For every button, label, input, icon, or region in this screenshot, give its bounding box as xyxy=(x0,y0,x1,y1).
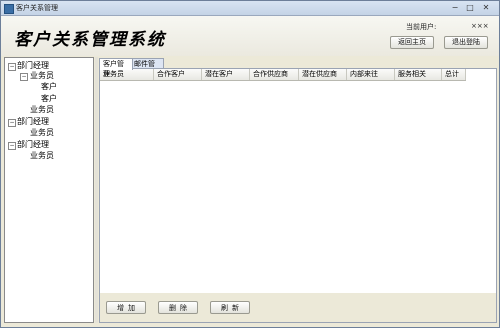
collapse-icon[interactable]: − xyxy=(8,119,16,127)
collapse-icon[interactable]: − xyxy=(8,142,16,150)
delete-button[interactable]: 删除 xyxy=(158,301,198,314)
logout-button[interactable]: 退出登陆 xyxy=(444,36,488,49)
tree-node-client-1[interactable]: 客户 xyxy=(41,81,57,92)
action-bar: 增加 删除 刷新 xyxy=(100,293,496,322)
title-bar[interactable]: 客户关系管理 − □ ✕ xyxy=(1,1,499,16)
minimize-icon[interactable]: − xyxy=(449,3,461,12)
tab-client-management[interactable]: 客户管理 xyxy=(99,58,133,78)
home-button[interactable]: 返回主页 xyxy=(390,36,434,49)
refresh-button[interactable]: 刷新 xyxy=(210,301,250,314)
app-icon xyxy=(4,4,14,14)
tree-node-staff-4[interactable]: 业务员 xyxy=(30,150,54,161)
splitter[interactable] xyxy=(95,57,98,323)
column-header[interactable]: 总计 xyxy=(442,69,466,80)
collapse-icon[interactable]: − xyxy=(20,73,28,81)
close-icon[interactable]: ✕ xyxy=(480,3,492,12)
column-header[interactable]: 潜在客户 xyxy=(202,69,250,80)
column-header[interactable]: 内部来往 xyxy=(347,69,395,80)
org-tree[interactable]: − 部门经理 − 业务员 客户 客户 业务员 − 部门经理 业务员 − 部门经理… xyxy=(4,57,94,323)
add-button[interactable]: 增加 xyxy=(106,301,146,314)
maximize-icon[interactable]: □ xyxy=(464,3,476,12)
current-user-value: ××× xyxy=(471,22,489,30)
grid-header: 业务员 合作客户 潜在客户 合作供应商 潜在供应商 内部来往 服务相关 总计 xyxy=(100,69,466,81)
tab-panel: 业务员 合作客户 潜在客户 合作供应商 潜在供应商 内部来往 服务相关 总计 增… xyxy=(99,68,497,323)
main-window: 客户关系管理 − □ ✕ 客户关系管理系统 当前用户: ××× 返回主页 退出登… xyxy=(0,0,500,328)
collapse-icon[interactable]: − xyxy=(8,63,16,71)
system-title: 客户关系管理系统 xyxy=(14,30,166,50)
column-header[interactable]: 服务相关 xyxy=(395,69,442,80)
tree-node-staff-2[interactable]: 业务员 xyxy=(30,104,54,115)
tree-node-client-2[interactable]: 客户 xyxy=(41,93,57,104)
tree-node-staff-3[interactable]: 业务员 xyxy=(30,127,54,138)
header: 客户关系管理系统 当前用户: ××× 返回主页 退出登陆 xyxy=(1,16,499,56)
column-header[interactable]: 潜在供应商 xyxy=(299,69,347,80)
column-header[interactable]: 合作客户 xyxy=(154,69,202,80)
window-title: 客户关系管理 xyxy=(16,4,58,12)
data-grid[interactable]: 业务员 合作客户 潜在客户 合作供应商 潜在供应商 内部来往 服务相关 总计 xyxy=(100,69,496,293)
current-user-label: 当前用户: xyxy=(406,23,437,31)
column-header[interactable]: 合作供应商 xyxy=(250,69,299,80)
